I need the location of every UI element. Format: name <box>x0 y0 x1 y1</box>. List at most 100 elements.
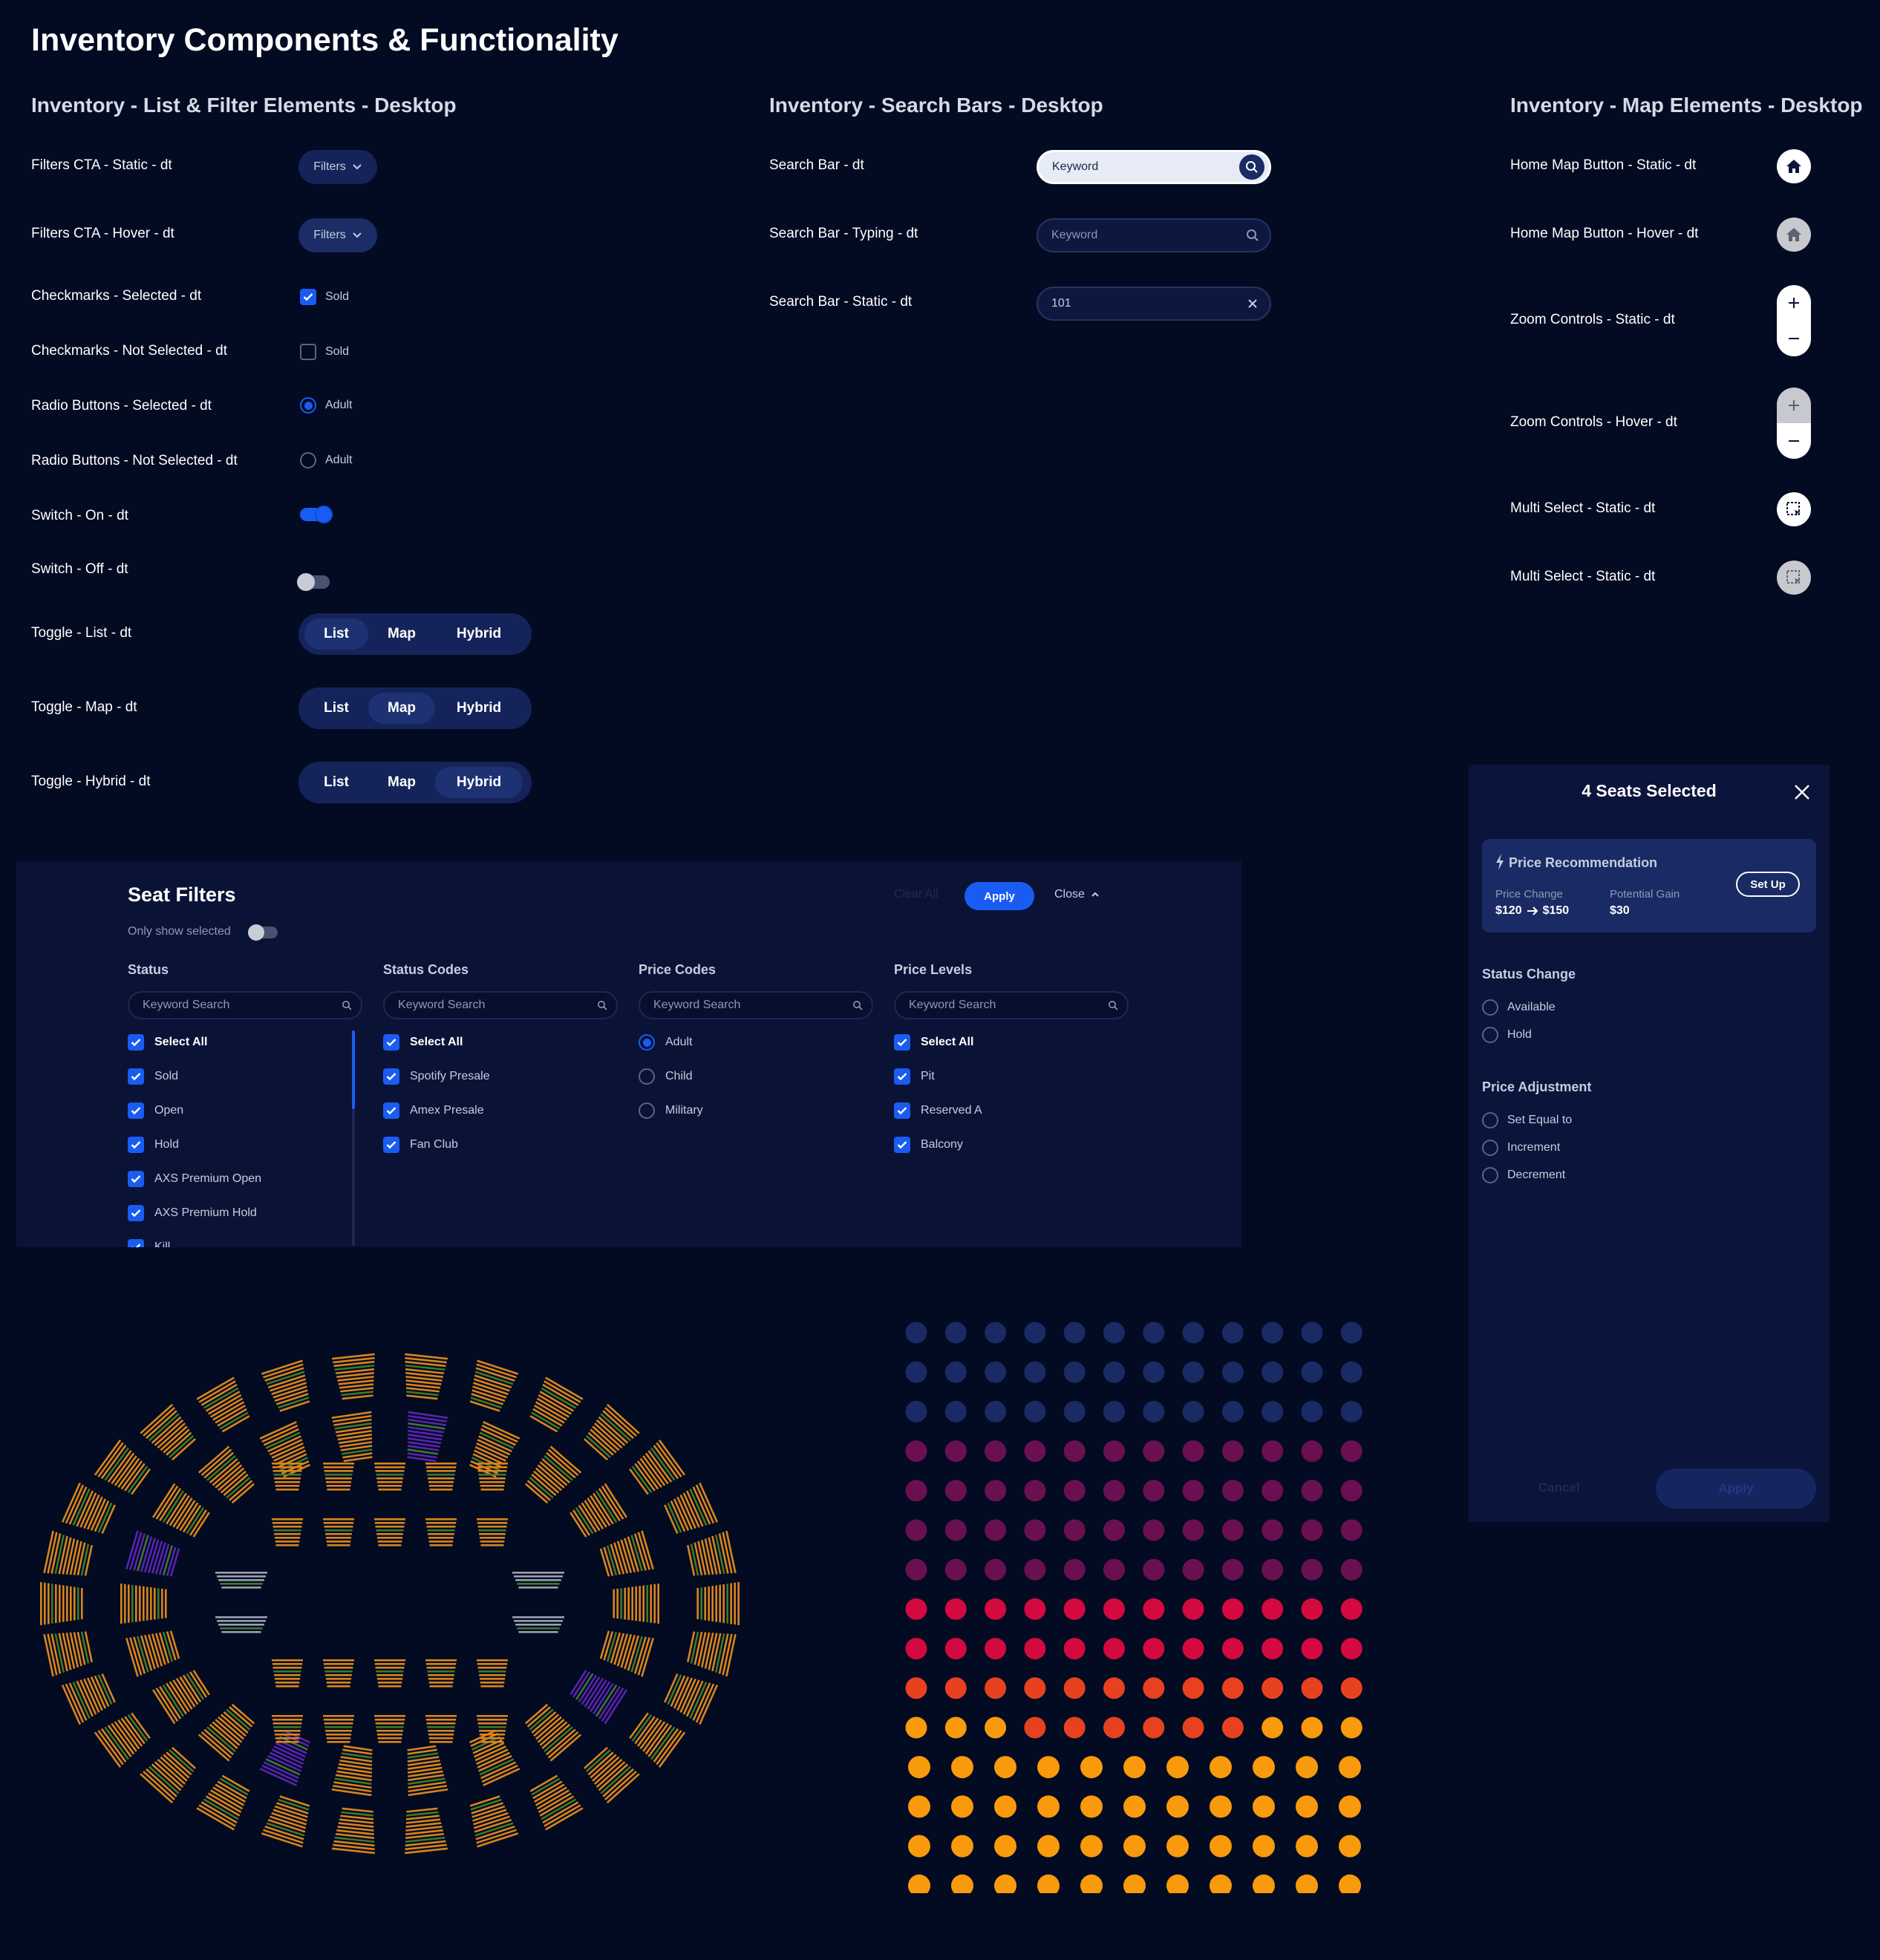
seat-dot[interactable] <box>1037 1795 1060 1818</box>
seat-dot[interactable] <box>1262 1519 1284 1541</box>
seat-dot[interactable] <box>1301 1716 1323 1739</box>
seat-section[interactable] <box>512 1572 564 1589</box>
seat-dot[interactable] <box>944 1361 967 1383</box>
seat-section[interactable] <box>261 1359 316 1414</box>
filter-option[interactable]: Military <box>639 1094 873 1128</box>
seat-dot[interactable] <box>994 1756 1016 1779</box>
seat-dot[interactable] <box>1340 1519 1362 1541</box>
seat-dot[interactable] <box>1340 1677 1362 1699</box>
seat-dot[interactable] <box>1210 1795 1232 1818</box>
seat-dot[interactable] <box>985 1480 1007 1502</box>
seat-dot[interactable] <box>905 1558 927 1581</box>
seat-dot[interactable] <box>1340 1638 1362 1660</box>
seat-dot[interactable] <box>1103 1716 1125 1739</box>
multi-select-button-hover[interactable] <box>1777 561 1811 595</box>
keyword-search-input[interactable]: Keyword Search <box>128 991 362 1019</box>
filter-option[interactable]: Adult <box>639 1025 873 1059</box>
seat-dot[interactable] <box>1182 1677 1204 1699</box>
seat-dot[interactable] <box>1182 1361 1204 1383</box>
seat-dot[interactable] <box>1024 1598 1046 1620</box>
seat-dot[interactable] <box>944 1400 967 1422</box>
status-option-available[interactable]: Available <box>1482 993 1556 1021</box>
seat-section[interactable] <box>525 1772 584 1831</box>
seat-dot[interactable] <box>1221 1400 1244 1422</box>
seat-section[interactable] <box>579 1403 640 1465</box>
seat-dot[interactable] <box>1103 1558 1125 1581</box>
seat-dot[interactable] <box>1143 1400 1165 1422</box>
seat-dot[interactable] <box>905 1440 927 1463</box>
seat-dot[interactable] <box>985 1558 1007 1581</box>
seat-dot[interactable] <box>1024 1400 1046 1422</box>
seat-dot[interactable] <box>1301 1322 1323 1344</box>
seat-dot[interactable] <box>1037 1835 1060 1858</box>
seat-dot[interactable] <box>1182 1400 1204 1422</box>
seat-section[interactable] <box>196 1376 255 1436</box>
seat-section[interactable] <box>261 1794 316 1848</box>
seat-dot[interactable] <box>1340 1322 1362 1344</box>
filter-option[interactable]: Spotify Presale <box>383 1059 618 1094</box>
filters-button[interactable]: Filters <box>298 150 377 184</box>
seat-dot[interactable] <box>1063 1716 1086 1739</box>
seat-section[interactable] <box>477 1715 508 1743</box>
seat-dot[interactable] <box>1080 1756 1103 1779</box>
seat-dot[interactable] <box>1024 1361 1046 1383</box>
seat-dot[interactable] <box>944 1440 967 1463</box>
seat-section[interactable] <box>43 1626 94 1677</box>
seat-dot[interactable] <box>1103 1400 1125 1422</box>
home-map-button[interactable] <box>1777 149 1811 183</box>
seat-section[interactable] <box>323 1659 354 1688</box>
seat-dot[interactable] <box>1339 1795 1361 1818</box>
seat-dot[interactable] <box>1340 1480 1362 1502</box>
seat-dot[interactable] <box>1301 1638 1323 1660</box>
seat-dot[interactable] <box>1143 1440 1165 1463</box>
seat-dot[interactable] <box>1024 1716 1046 1739</box>
seat-dot[interactable] <box>951 1874 973 1893</box>
filter-option[interactable]: Fan Club <box>383 1128 618 1162</box>
seat-dot[interactable] <box>1301 1519 1323 1541</box>
seat-dot[interactable] <box>1024 1677 1046 1699</box>
zoom-out-icon[interactable] <box>1787 434 1801 448</box>
seat-dot[interactable] <box>1063 1322 1086 1344</box>
seat-section[interactable] <box>272 1518 303 1546</box>
seat-dot[interactable] <box>908 1835 930 1858</box>
setup-button[interactable]: Set Up <box>1736 872 1800 897</box>
seat-section[interactable] <box>464 1728 520 1786</box>
seat-dot[interactable] <box>905 1677 927 1699</box>
seat-dot[interactable] <box>1182 1716 1204 1739</box>
apply-button[interactable]: Apply <box>965 882 1034 910</box>
seat-dot[interactable] <box>985 1638 1007 1660</box>
seat-section[interactable] <box>61 1668 118 1725</box>
seat-dot[interactable] <box>1166 1756 1189 1779</box>
apply-button-disabled[interactable]: Apply <box>1656 1469 1816 1509</box>
seat-dot[interactable] <box>1123 1756 1146 1779</box>
toggle-map-option[interactable]: Map <box>368 618 435 650</box>
seat-dot[interactable] <box>1182 1440 1204 1463</box>
seat-section[interactable] <box>272 1463 303 1491</box>
seat-section[interactable] <box>215 1616 267 1633</box>
seat-dot[interactable] <box>1024 1440 1046 1463</box>
seat-dot[interactable] <box>1301 1598 1323 1620</box>
search-input-filled[interactable]: 101 <box>1037 287 1271 321</box>
seat-dot[interactable] <box>1143 1322 1165 1344</box>
seat-dot[interactable] <box>1063 1519 1086 1541</box>
seat-section[interactable] <box>120 1584 167 1624</box>
zoom-in-icon[interactable] <box>1787 399 1801 412</box>
seat-section[interactable] <box>152 1665 213 1725</box>
toggle-list-option[interactable]: List <box>304 767 368 798</box>
seat-dot[interactable] <box>1103 1638 1125 1660</box>
seat-section[interactable] <box>685 1626 737 1677</box>
seat-dot-grid[interactable] <box>894 1314 1381 1893</box>
seat-dot[interactable] <box>908 1756 930 1779</box>
seat-section[interactable] <box>272 1715 303 1743</box>
adjust-option-increment[interactable]: Increment <box>1482 1134 1572 1161</box>
seat-section[interactable] <box>94 1708 154 1768</box>
seat-dot[interactable] <box>905 1638 927 1660</box>
seat-section[interactable] <box>662 1668 719 1725</box>
search-icon[interactable] <box>1239 154 1264 180</box>
seat-dot[interactable] <box>1262 1638 1284 1660</box>
seat-dot[interactable] <box>951 1835 973 1858</box>
cancel-button[interactable]: Cancel <box>1538 1480 1580 1495</box>
seat-section[interactable] <box>598 1530 654 1581</box>
seat-dot[interactable] <box>1166 1874 1189 1893</box>
seat-section[interactable] <box>520 1700 582 1762</box>
